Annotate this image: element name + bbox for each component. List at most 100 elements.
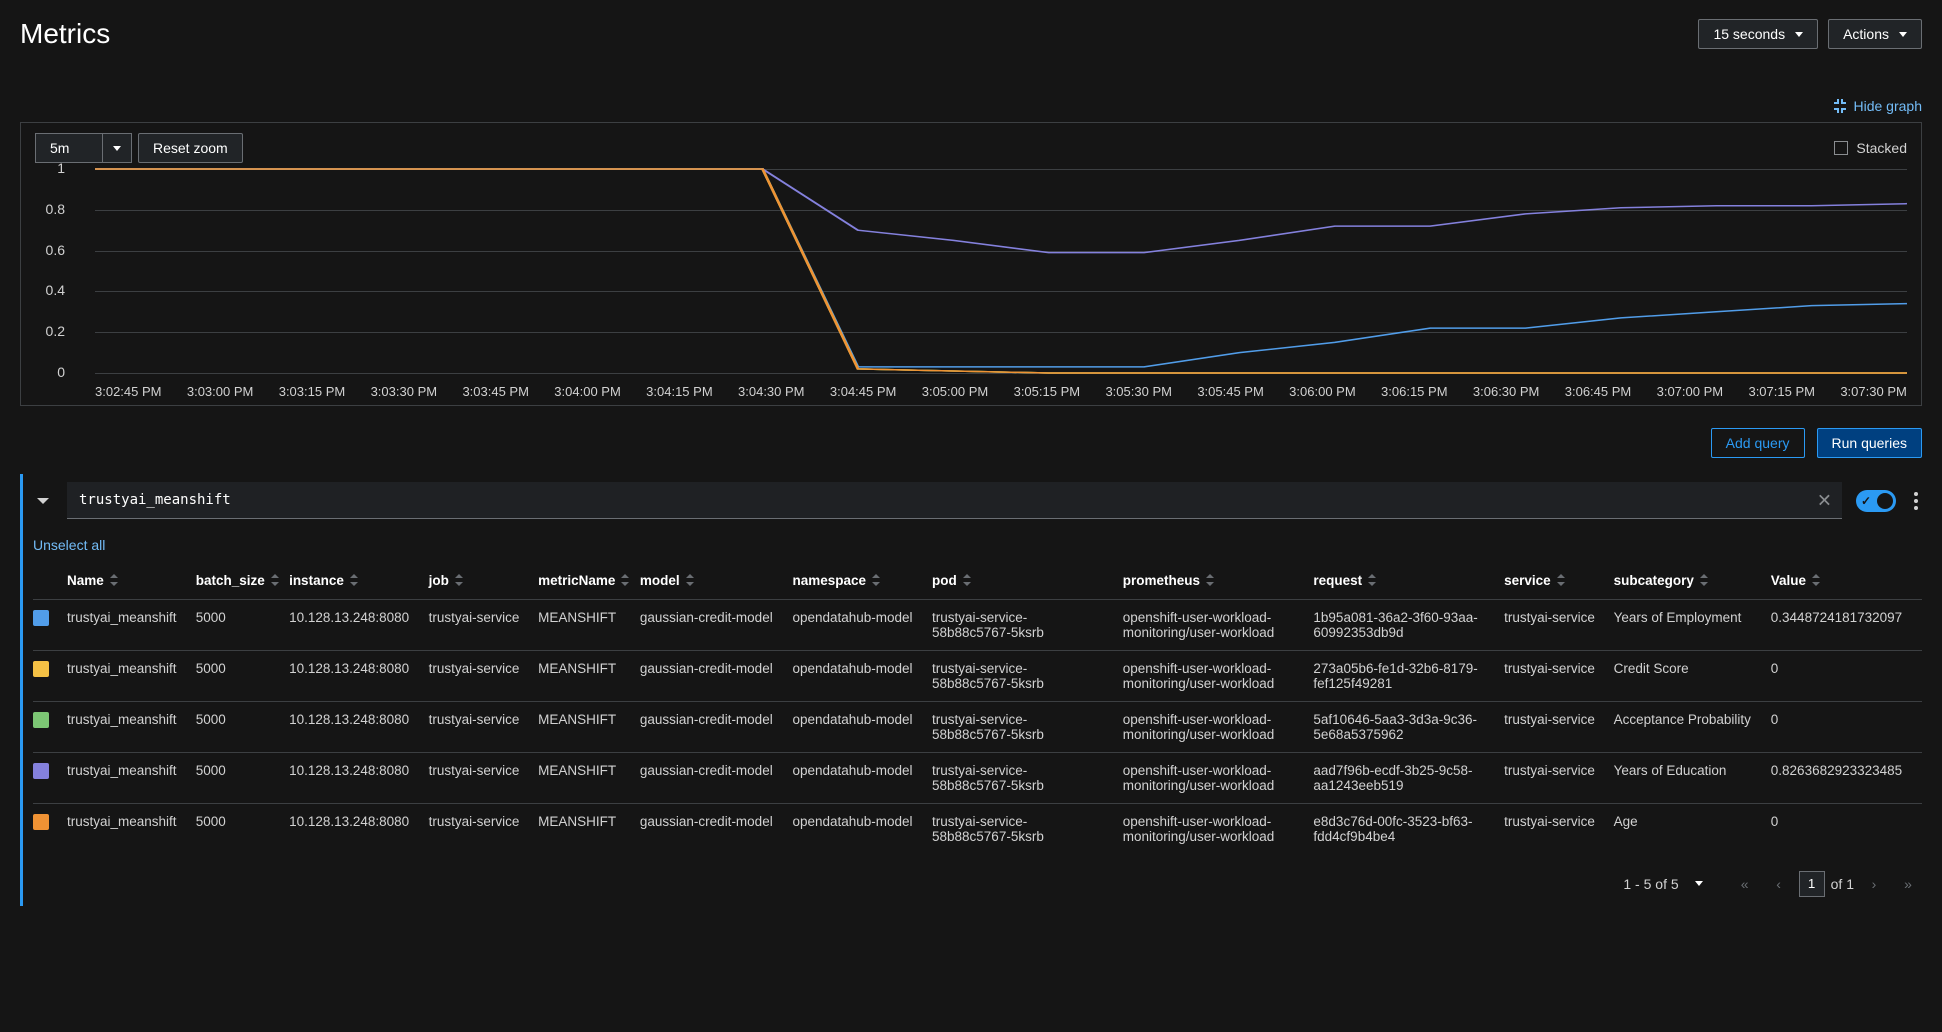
unselect-all-link[interactable]: Unselect all: [33, 537, 105, 553]
x-tick-label: 3:04:15 PM: [646, 384, 713, 399]
sort-icon: [1700, 574, 1708, 589]
query-block: ✕ ✓ Unselect all Namebatch_sizeinstancej…: [20, 474, 1922, 906]
series-line: [95, 169, 1907, 373]
time-range-dropdown[interactable]: 5m: [35, 133, 132, 163]
graph-toolbar: 5m Reset zoom Stacked: [35, 133, 1907, 163]
sort-icon: [621, 574, 629, 589]
table-cell: 0: [1771, 701, 1922, 752]
table-cell: trustyai-service-58b88c5767-5ksrb: [932, 650, 1123, 701]
table-cell: trustyai-service: [1504, 752, 1613, 803]
table-cell: opendatahub-model: [792, 599, 932, 650]
chart-area[interactable]: 00.20.40.60.81 3:02:45 PM3:03:00 PM3:03:…: [35, 169, 1907, 399]
column-header[interactable]: subcategory: [1614, 563, 1771, 599]
stacked-toggle[interactable]: Stacked: [1834, 140, 1907, 156]
column-header[interactable]: Value: [1771, 563, 1922, 599]
reset-zoom-button[interactable]: Reset zoom: [138, 133, 243, 163]
table-cell: trustyai-service: [429, 650, 538, 701]
run-queries-button[interactable]: Run queries: [1817, 428, 1923, 458]
caret-down-icon: [1899, 32, 1907, 37]
table-cell: trustyai_meanshift: [67, 650, 196, 701]
series-swatch: [33, 712, 49, 728]
refresh-interval-dropdown[interactable]: 15 seconds: [1698, 19, 1818, 49]
column-header[interactable]: namespace: [792, 563, 932, 599]
table-cell: 1b95a081-36a2-3f60-93aa-60992353db9d: [1313, 599, 1504, 650]
x-tick-label: 3:04:00 PM: [554, 384, 621, 399]
table-cell: opendatahub-model: [792, 650, 932, 701]
hide-graph-link[interactable]: Hide graph: [1832, 98, 1923, 114]
table-cell: Acceptance Probability: [1614, 701, 1771, 752]
table-row[interactable]: trustyai_meanshift500010.128.13.248:8080…: [33, 650, 1922, 701]
first-page-button[interactable]: «: [1731, 870, 1759, 898]
table-cell: 5000: [196, 701, 289, 752]
table-row[interactable]: trustyai_meanshift500010.128.13.248:8080…: [33, 701, 1922, 752]
column-header[interactable]: model: [640, 563, 793, 599]
column-header[interactable]: job: [429, 563, 538, 599]
table-cell: opendatahub-model: [792, 803, 932, 854]
table-cell: openshift-user-workload-monitoring/user-…: [1123, 752, 1314, 803]
series-line: [95, 169, 1907, 373]
column-header[interactable]: service: [1504, 563, 1613, 599]
table-cell: trustyai_meanshift: [67, 803, 196, 854]
page-of-label: of 1: [1831, 876, 1854, 892]
table-cell: 0.8263682923323485: [1771, 752, 1922, 803]
x-tick-label: 3:02:45 PM: [95, 384, 162, 399]
table-cell: MEANSHIFT: [538, 599, 640, 650]
graph-panel: 5m Reset zoom Stacked 00.20.40.60.81 3:0…: [20, 122, 1922, 406]
last-page-button[interactable]: »: [1894, 870, 1922, 898]
column-header[interactable]: request: [1313, 563, 1504, 599]
next-page-button[interactable]: ›: [1860, 870, 1888, 898]
table-cell: gaussian-credit-model: [640, 752, 793, 803]
column-header[interactable]: Name: [67, 563, 196, 599]
sort-icon: [271, 574, 279, 589]
page-number-input[interactable]: [1799, 871, 1825, 897]
refresh-interval-label: 15 seconds: [1713, 26, 1785, 42]
prev-page-button[interactable]: ‹: [1765, 870, 1793, 898]
column-header[interactable]: pod: [932, 563, 1123, 599]
table-cell: 5000: [196, 599, 289, 650]
sort-icon: [455, 574, 463, 589]
query-enabled-toggle[interactable]: ✓: [1856, 490, 1896, 512]
column-header[interactable]: prometheus: [1123, 563, 1314, 599]
y-tick-label: 0.6: [46, 242, 65, 258]
table-cell: gaussian-credit-model: [640, 650, 793, 701]
x-tick-label: 3:07:15 PM: [1748, 384, 1815, 399]
x-tick-label: 3:05:45 PM: [1197, 384, 1264, 399]
query-kebab-menu[interactable]: [1910, 488, 1922, 514]
table-cell: trustyai-service: [429, 701, 538, 752]
table-cell: 0: [1771, 650, 1922, 701]
x-tick-label: 3:03:15 PM: [279, 384, 346, 399]
column-header[interactable]: batch_size: [196, 563, 289, 599]
check-icon: ✓: [1861, 494, 1871, 508]
compress-icon: [1832, 99, 1846, 113]
sort-icon: [110, 574, 118, 589]
table-cell: e8d3c76d-00fc-3523-bf63-fdd4cf9b4be4: [1313, 803, 1504, 854]
add-query-button[interactable]: Add query: [1711, 428, 1805, 458]
table-row[interactable]: trustyai_meanshift500010.128.13.248:8080…: [33, 752, 1922, 803]
x-tick-label: 3:06:00 PM: [1289, 384, 1356, 399]
collapse-query-button[interactable]: [33, 491, 53, 511]
series-swatch: [33, 610, 49, 626]
table-cell: aad7f96b-ecdf-3b25-9c58-aa1243eeb519: [1313, 752, 1504, 803]
page-header: Metrics 15 seconds Actions: [20, 0, 1922, 64]
actions-dropdown[interactable]: Actions: [1828, 19, 1922, 49]
sort-icon: [1557, 574, 1565, 589]
table-row[interactable]: trustyai_meanshift500010.128.13.248:8080…: [33, 803, 1922, 854]
table-cell: gaussian-credit-model: [640, 599, 793, 650]
table-cell: Years of Education: [1614, 752, 1771, 803]
table-row[interactable]: trustyai_meanshift500010.128.13.248:8080…: [33, 599, 1922, 650]
table-cell: 5000: [196, 803, 289, 854]
table-cell: trustyai-service: [1504, 599, 1613, 650]
series-swatch: [33, 763, 49, 779]
table-cell: MEANSHIFT: [538, 701, 640, 752]
clear-input-button[interactable]: ✕: [1817, 490, 1832, 511]
x-tick-label: 3:05:15 PM: [1014, 384, 1081, 399]
x-tick-label: 3:07:30 PM: [1840, 384, 1907, 399]
table-cell: MEANSHIFT: [538, 752, 640, 803]
query-input[interactable]: [67, 482, 1842, 519]
column-header[interactable]: metricName: [538, 563, 640, 599]
column-header[interactable]: instance: [289, 563, 429, 599]
page-size-dropdown[interactable]: [1685, 870, 1713, 898]
sort-icon: [350, 574, 358, 589]
table-cell: trustyai-service-58b88c5767-5ksrb: [932, 599, 1123, 650]
x-tick-label: 3:06:15 PM: [1381, 384, 1448, 399]
